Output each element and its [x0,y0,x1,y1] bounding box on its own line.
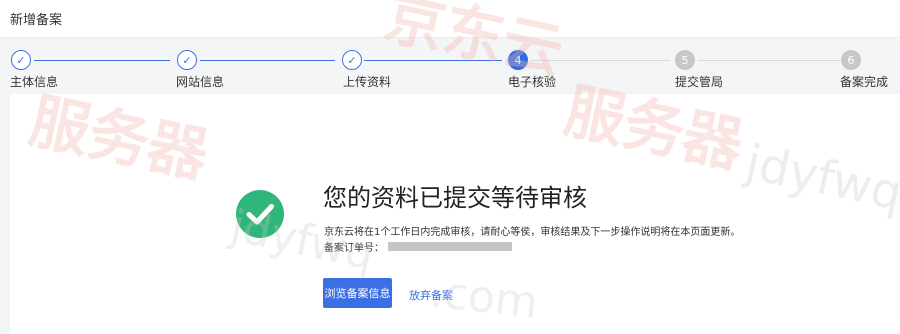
order-number-value [388,242,512,251]
abandon-filing-link[interactable]: 放弃备案 [409,287,453,303]
step-number: 5 [675,50,695,70]
step-connector [200,60,335,61]
step-number: 6 [841,50,861,70]
step-check-icon: ✓ [342,50,362,70]
page-title: 新增备案 [10,13,63,28]
check-circle-icon [236,190,284,238]
left-edge [0,94,10,334]
view-filing-info-button[interactable]: 浏览备案信息 [323,278,392,308]
step-connector [34,60,170,61]
step-check-icon: ✓ [177,50,197,70]
order-number-row: 备案订单号： [324,239,512,254]
step-label: 网站信息 [176,75,225,89]
status-description: 京东云将在1个工作日内完成审核，请耐心等侯，审核结果及下一步操作说明将在本页面更… [324,227,741,238]
step-label: 备案完成 [840,75,889,89]
step-label: 上传资料 [343,75,392,89]
step-check-icon: ✓ [11,50,31,70]
step-connector [698,60,840,61]
step-progress-bar: ✓ 主体信息 ✓ 网站信息 ✓ 上传资料 4 电子核验 5 提交管局 6 备案完… [0,38,900,94]
status-title: 您的资料已提交等待审核 [323,184,587,212]
step-connector [530,60,670,61]
page-header: 新增备案 [0,0,900,38]
step-number: 4 [508,50,528,70]
step-label: 电子核验 [508,75,557,89]
order-number-label: 备案订单号： [324,243,384,254]
watermark-text: jdyfwq [740,134,900,222]
step-label: 主体信息 [10,75,59,89]
step-connector [364,60,502,61]
step-label: 提交管局 [675,75,724,89]
